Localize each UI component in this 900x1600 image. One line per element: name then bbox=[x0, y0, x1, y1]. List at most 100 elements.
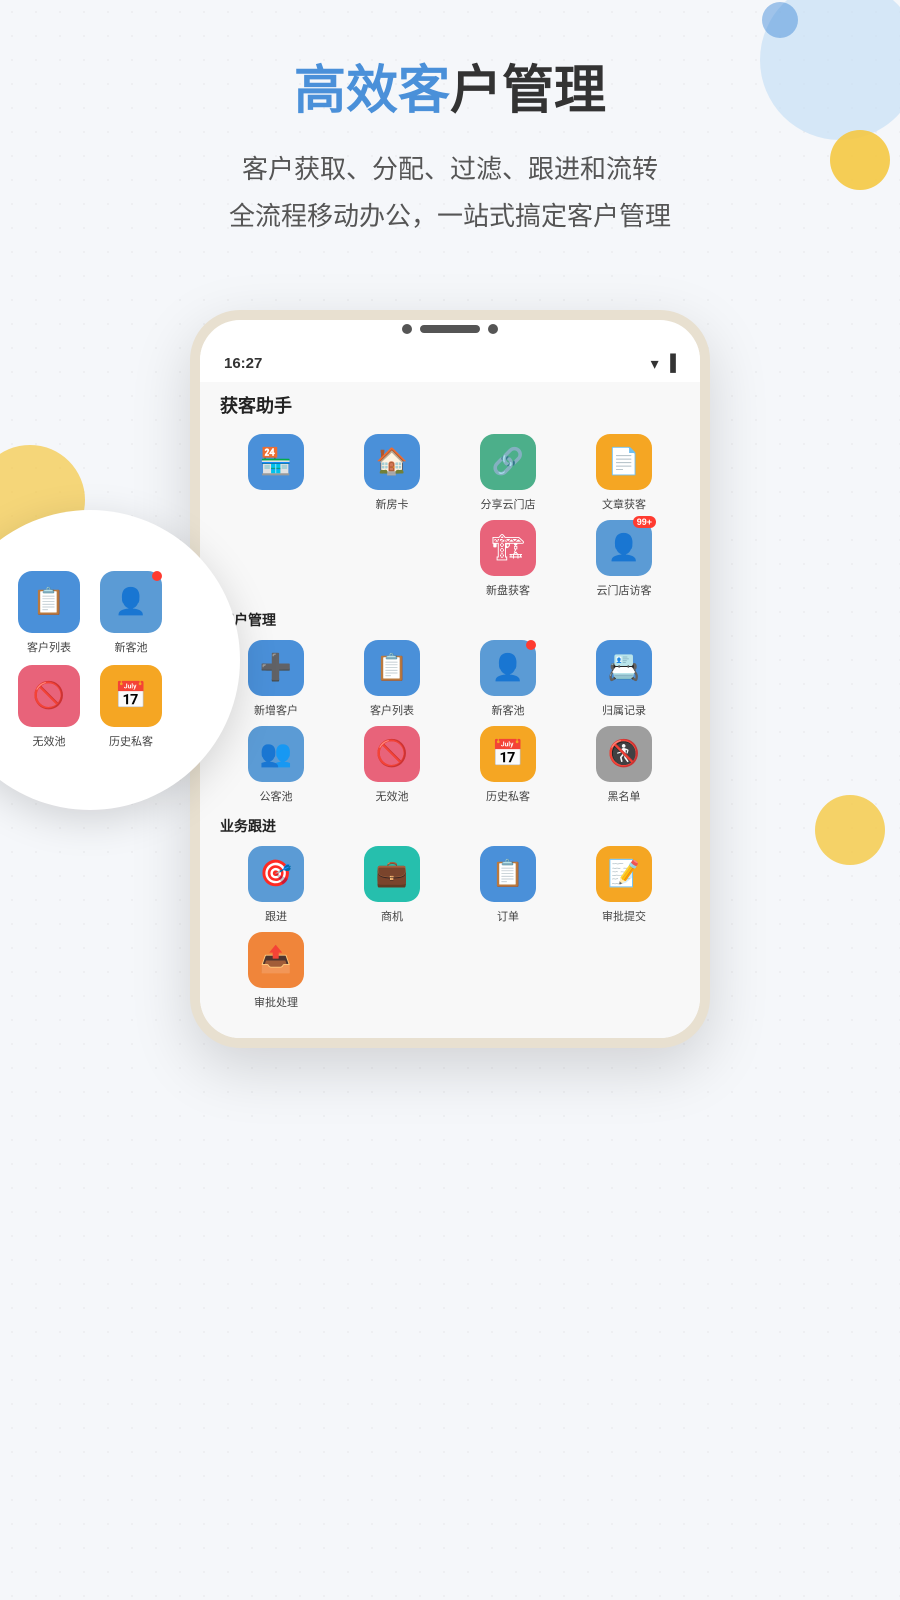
blacklist-label: 黑名单 bbox=[608, 788, 641, 804]
new-pool-icon: 👤 bbox=[492, 652, 524, 683]
share-label: 分享云门店 bbox=[481, 496, 536, 512]
store-icon-box: 🏪 bbox=[248, 434, 304, 490]
order-icon: 📋 bbox=[492, 858, 524, 889]
status-icons: ▾ ▐ bbox=[651, 354, 676, 374]
icon-followup[interactable]: 🎯 跟进 bbox=[220, 846, 332, 924]
icon-blacklist[interactable]: 🚷 黑名单 bbox=[568, 726, 680, 804]
icon-placeholder-2 bbox=[336, 520, 448, 598]
subtitle-line2: 全流程移动办公，一站式搞定客户管理 bbox=[40, 193, 860, 240]
article-icon: 📄 bbox=[608, 446, 640, 477]
wifi-icon: ▾ bbox=[651, 354, 659, 374]
xinpan-icon-box: 🏗 bbox=[480, 520, 536, 576]
visitor-icon: 👤 bbox=[608, 532, 640, 563]
circle-customer-list-icon: 📋 bbox=[33, 586, 65, 617]
opportunity-icon: 💼 bbox=[376, 858, 408, 889]
add-customer-box: ➕ bbox=[248, 640, 304, 696]
app-title: 获客助手 bbox=[220, 392, 680, 418]
approval-handle-label: 审批处理 bbox=[254, 994, 298, 1010]
share-icon-box: 🔗 bbox=[480, 434, 536, 490]
order-box: 📋 bbox=[480, 846, 536, 902]
icon-item-visitor[interactable]: 👤 99+ 云门店访客 bbox=[568, 520, 680, 598]
icon-item-share[interactable]: 🔗 分享云门店 bbox=[452, 434, 564, 512]
visitor-icon-box: 👤 99+ bbox=[596, 520, 652, 576]
add-customer-label: 新增客户 bbox=[254, 702, 298, 718]
xinpan-label: 新盘获客 bbox=[486, 582, 530, 598]
icon-order[interactable]: 📋 订单 bbox=[452, 846, 564, 924]
camera-dot bbox=[402, 324, 412, 334]
hero-section: 高效客户管理 客户获取、分配、过滤、跟进和流转 全流程移动办公，一站式搞定客户管… bbox=[0, 0, 900, 280]
title-blue-part: 高效客 bbox=[294, 62, 450, 120]
icon-item-xinpan[interactable]: 🏗 新盘获客 bbox=[452, 520, 564, 598]
icon-item-article[interactable]: 📄 文章获客 bbox=[568, 434, 680, 512]
article-icon-box: 📄 bbox=[596, 434, 652, 490]
opportunity-label: 商机 bbox=[381, 908, 403, 924]
customer-list-label: 客户列表 bbox=[370, 702, 414, 718]
icon-new-pool[interactable]: 👤 新客池 bbox=[452, 640, 564, 718]
circle-icon-grid: 📋 客户列表 👤 新客池 🚫 无效池 📅 bbox=[18, 571, 162, 749]
history-private-label: 历史私客 bbox=[486, 788, 530, 804]
icon-history-private[interactable]: 📅 历史私客 bbox=[452, 726, 564, 804]
icon-approval-submit[interactable]: 📝 审批提交 bbox=[568, 846, 680, 924]
phone-container: 16:27 ▾ ▐ 获客助手 🏪 🏠 bbox=[0, 310, 900, 1048]
subtitle: 客户获取、分配、过滤、跟进和流转 全流程移动办公，一站式搞定客户管理 bbox=[40, 146, 860, 240]
icon-approval-handle[interactable]: 📤 审批处理 bbox=[220, 932, 332, 1010]
circle-customer-list-box: 📋 bbox=[18, 571, 80, 633]
phone-notch bbox=[200, 320, 700, 342]
new-pool-badge bbox=[526, 640, 536, 650]
circle-icon-invalid[interactable]: 🚫 无效池 bbox=[18, 665, 80, 749]
main-title: 高效客户管理 bbox=[40, 60, 860, 122]
title-dark-part: 户管理 bbox=[450, 62, 606, 120]
icon-row-1: 🏪 🏠 新房卡 🔗 分享云门店 bbox=[220, 434, 680, 512]
subtitle-line1: 客户获取、分配、过滤、跟进和流转 bbox=[40, 146, 860, 193]
invalid-pool-label: 无效池 bbox=[376, 788, 409, 804]
circle-icon-history[interactable]: 📅 历史私客 bbox=[100, 665, 162, 749]
phone-time: 16:27 bbox=[224, 355, 262, 372]
xinfangka-icon-box: 🏠 bbox=[364, 434, 420, 490]
xinfangka-icon: 🏠 bbox=[376, 446, 408, 477]
opportunity-box: 💼 bbox=[364, 846, 420, 902]
visitor-label: 云门店访客 bbox=[597, 582, 652, 598]
icon-opportunity[interactable]: 💼 商机 bbox=[336, 846, 448, 924]
icon-invalid-pool[interactable]: 🚫 无效池 bbox=[336, 726, 448, 804]
circle-new-pool-icon: 👤 bbox=[115, 586, 147, 617]
icon-customer-list[interactable]: 📋 客户列表 bbox=[336, 640, 448, 718]
xinfangka-label: 新房卡 bbox=[376, 496, 409, 512]
circle-icon-customer-list[interactable]: 📋 客户列表 bbox=[18, 571, 80, 655]
public-pool-box: 👥 bbox=[248, 726, 304, 782]
circle-icon-new-pool[interactable]: 👤 新客池 bbox=[100, 571, 162, 655]
sensor-dot bbox=[488, 324, 498, 334]
article-label: 文章获客 bbox=[602, 496, 646, 512]
icon-belong-record[interactable]: 📇 归属记录 bbox=[568, 640, 680, 718]
icon-item-xinfangka[interactable]: 🏠 新房卡 bbox=[336, 434, 448, 512]
phone-content: 获客助手 🏪 🏠 新房卡 🔗 bbox=[200, 382, 700, 1038]
circle-invalid-label: 无效池 bbox=[33, 733, 66, 749]
circle-history-box: 📅 bbox=[100, 665, 162, 727]
approval-submit-box: 📝 bbox=[596, 846, 652, 902]
icon-row-2: 🏗 新盘获客 👤 99+ 云门店访客 bbox=[220, 520, 680, 598]
section-kehu: 客户管理 bbox=[220, 610, 680, 630]
public-pool-label: 公客池 bbox=[260, 788, 293, 804]
section-yewu: 业务跟进 bbox=[220, 816, 680, 836]
public-pool-icon: 👥 bbox=[260, 738, 292, 769]
blacklist-box: 🚷 bbox=[596, 726, 652, 782]
customer-list-icon: 📋 bbox=[376, 652, 408, 683]
belong-record-box: 📇 bbox=[596, 640, 652, 696]
visitor-badge: 99+ bbox=[633, 516, 656, 528]
belong-record-label: 归属记录 bbox=[602, 702, 646, 718]
customer-list-box: 📋 bbox=[364, 640, 420, 696]
circle-new-pool-badge bbox=[152, 571, 162, 581]
speaker-bar bbox=[420, 325, 480, 333]
phone-mockup: 16:27 ▾ ▐ 获客助手 🏪 🏠 bbox=[190, 310, 710, 1048]
circle-history-icon: 📅 bbox=[115, 680, 147, 711]
approval-submit-icon: 📝 bbox=[608, 858, 640, 889]
icon-item-store[interactable]: 🏪 bbox=[220, 434, 332, 512]
belong-record-icon: 📇 bbox=[608, 652, 640, 683]
followup-icon: 🎯 bbox=[260, 858, 292, 889]
circle-new-pool-box: 👤 bbox=[100, 571, 162, 633]
history-private-box: 📅 bbox=[480, 726, 536, 782]
followup-label: 跟进 bbox=[265, 908, 287, 924]
status-bar: 16:27 ▾ ▐ bbox=[200, 342, 700, 382]
battery-icon: ▐ bbox=[665, 355, 676, 373]
icon-public-pool[interactable]: 👥 公客池 bbox=[220, 726, 332, 804]
icon-placeholder-1 bbox=[220, 520, 332, 598]
